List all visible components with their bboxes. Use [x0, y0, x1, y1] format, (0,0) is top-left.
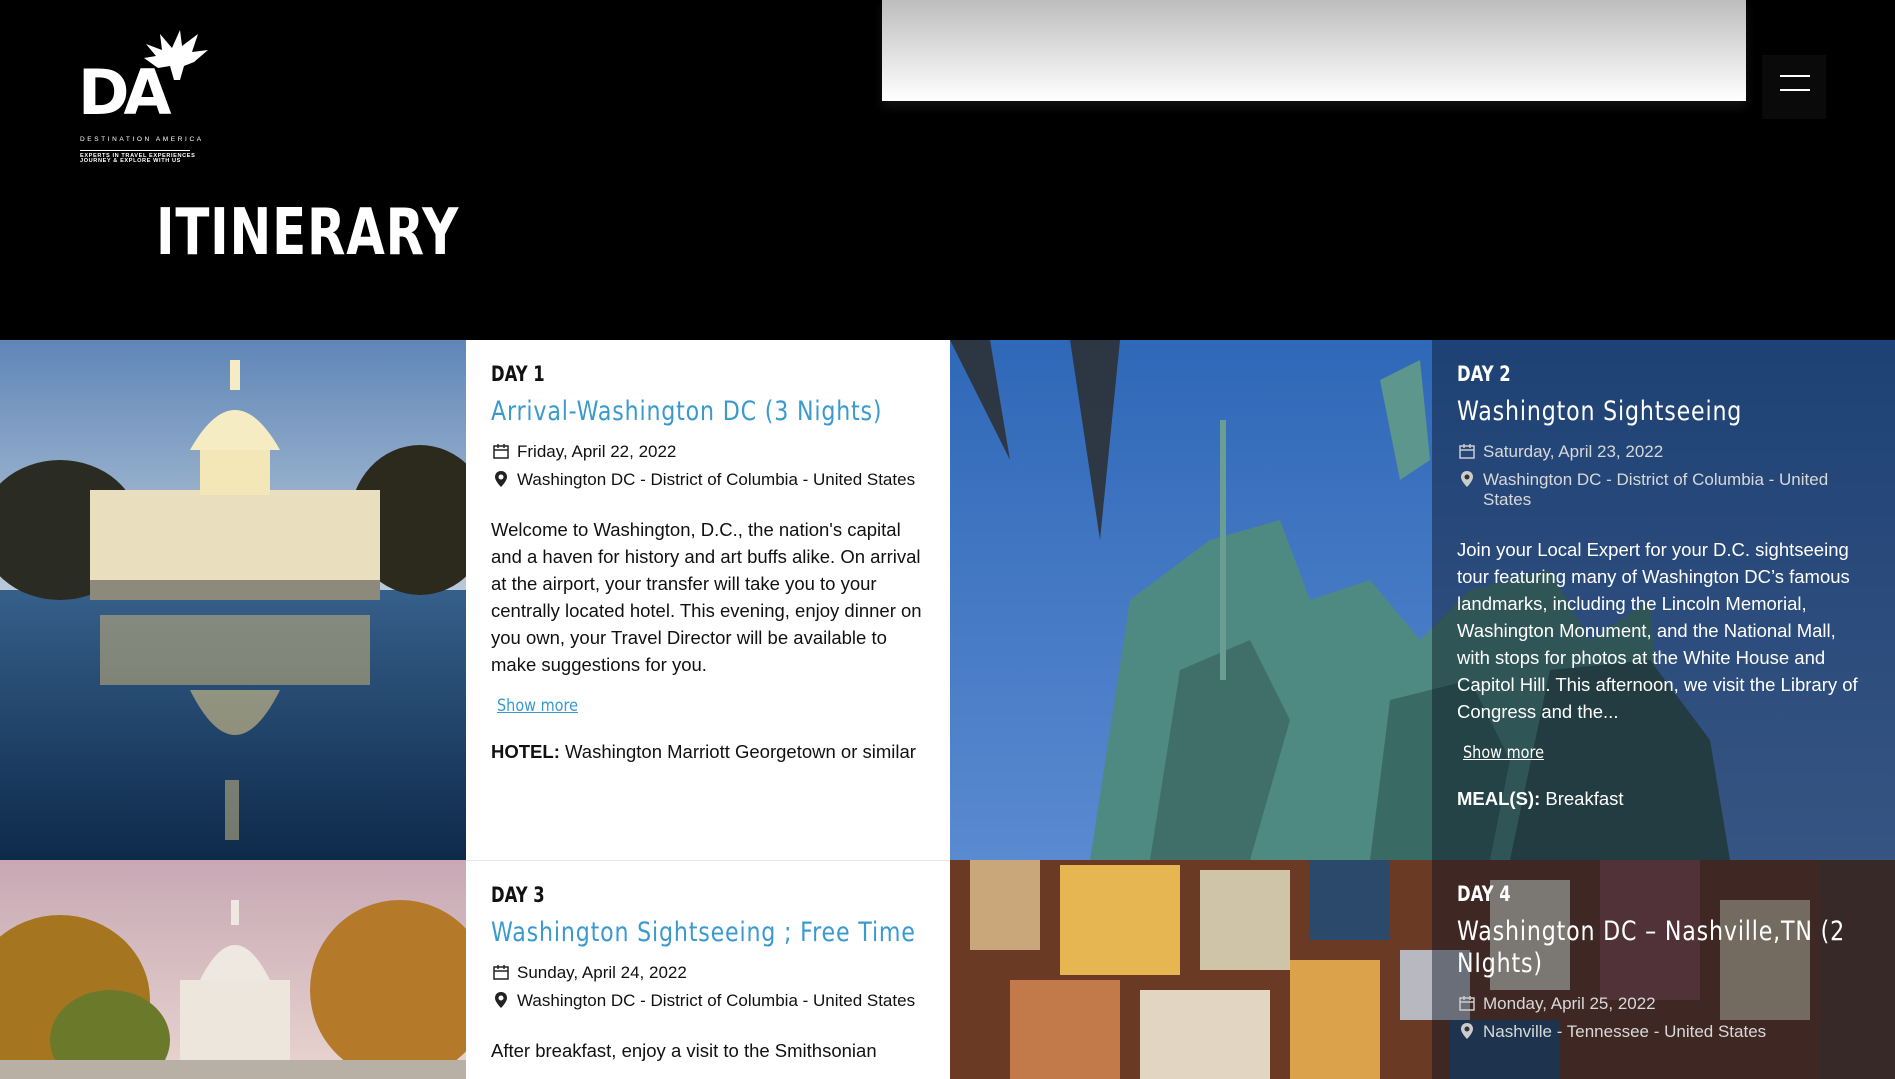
calendar-icon [493, 965, 509, 980]
day-3-card: DAY 3 Washington Sightseeing ; Free Time… [466, 860, 950, 1079]
day-label: DAY 4 [1457, 882, 1511, 906]
site-header: DA DESTINATION AMERICA EXPERTS IN TRAVEL… [0, 0, 1895, 340]
day-title: Arrival-Washington DC (3 Nights) [491, 396, 883, 427]
show-more-link[interactable]: Show more [497, 696, 578, 716]
map-pin-icon [1461, 1023, 1473, 1039]
meals-label: MEAL(S): [1457, 788, 1541, 809]
day-label: DAY 3 [491, 883, 545, 907]
day-location-text: Washington DC - District of Columbia - U… [1483, 470, 1829, 509]
day-location-text: Nashville - Tennessee - United States [1483, 1022, 1767, 1041]
day-description: Welcome to Washington, D.C., the nation'… [491, 519, 922, 675]
show-more-link[interactable]: Show more [1463, 743, 1544, 763]
day-date: Friday, April 22, 2022 [491, 442, 925, 462]
day-location: Washington DC - District of Columbia - U… [491, 991, 925, 1011]
calendar-icon [1459, 996, 1475, 1011]
header-banner [882, 0, 1746, 101]
day-location-text: Washington DC - District of Columbia - U… [517, 470, 916, 489]
day-location: Washington DC - District of Columbia - U… [1457, 470, 1870, 510]
day-label: DAY 2 [1457, 362, 1511, 386]
day-3-image [0, 860, 466, 1079]
day-2-card: DAY 2 Washington Sightseeing Saturday, A… [1432, 340, 1895, 860]
map-pin-icon [1461, 471, 1473, 487]
day-meals: MEAL(S): Breakfast [1457, 785, 1870, 812]
map-pin-icon [495, 471, 507, 487]
calendar-icon [493, 444, 509, 459]
day-date-text: Saturday, April 23, 2022 [1483, 442, 1664, 461]
hotel-value: Washington Marriott Georgetown or simila… [565, 741, 916, 762]
day-title: Washington Sightseeing ; Free Time [491, 917, 916, 948]
destination-america-logo[interactable]: DA DESTINATION AMERICA EXPERTS IN TRAVEL… [78, 28, 218, 168]
day-date: Sunday, April 24, 2022 [491, 963, 925, 983]
day-1-card: DAY 1 Arrival-Washington DC (3 Nights) F… [466, 340, 950, 860]
day-title: Washington DC – Nashville,TN (2 NIghts) [1457, 916, 1845, 979]
day-date-text: Monday, April 25, 2022 [1483, 994, 1656, 1013]
capitol-autumn-image [0, 860, 466, 1079]
day-location: Nashville - Tennessee - United States [1457, 1022, 1870, 1042]
day-date: Saturday, April 23, 2022 [1457, 442, 1870, 462]
day-hotel: HOTEL: Washington Marriott Georgetown or… [491, 738, 925, 765]
capitol-reflection-image [0, 340, 466, 860]
meals-value: Breakfast [1545, 788, 1624, 809]
hotel-label: HOTEL: [491, 741, 560, 762]
itinerary-grid: DAY 1 Arrival-Washington DC (3 Nights) F… [0, 340, 1895, 1079]
hamburger-icon-line [1780, 75, 1810, 77]
logo-brand-name: DESTINATION AMERICA [80, 136, 204, 143]
logo-lettermark: DA [78, 56, 171, 129]
day-description: Join your Local Expert for your D.C. sig… [1457, 539, 1858, 722]
calendar-icon [1459, 444, 1475, 459]
day-description: After breakfast, enjoy a visit to the Sm… [491, 1040, 877, 1061]
day-location: Washington DC - District of Columbia - U… [491, 470, 925, 490]
page-title: ITINERARY [156, 196, 460, 270]
day-date: Monday, April 25, 2022 [1457, 994, 1870, 1014]
hamburger-icon-line [1780, 89, 1810, 91]
logo-tagline-secondary: JOURNEY & EXPLORE WITH US [80, 158, 181, 164]
day-title: Washington Sightseeing [1457, 396, 1743, 427]
day-date-text: Friday, April 22, 2022 [517, 442, 677, 461]
day-1-image [0, 340, 466, 860]
day-4-card: DAY 4 Washington DC – Nashville,TN (2 NI… [1432, 860, 1895, 1079]
day-location-text: Washington DC - District of Columbia - U… [517, 991, 916, 1010]
map-pin-icon [495, 992, 507, 1008]
day-date-text: Sunday, April 24, 2022 [517, 963, 687, 982]
day-label: DAY 1 [491, 362, 545, 386]
hamburger-menu-button[interactable] [1762, 55, 1826, 119]
